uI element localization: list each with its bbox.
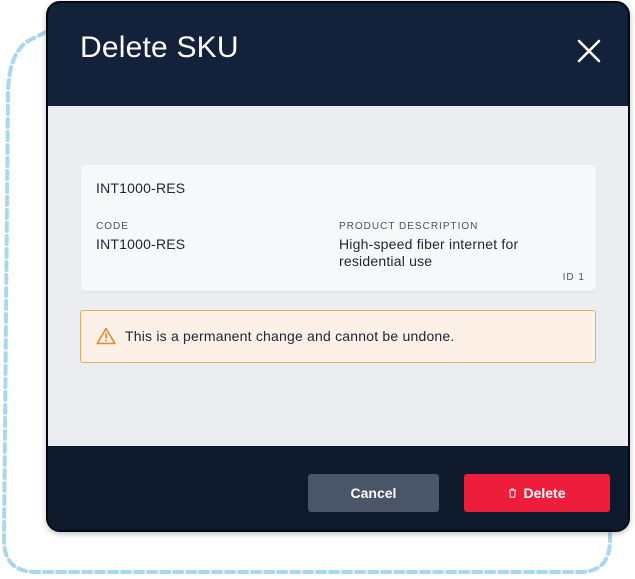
close-icon[interactable] (576, 38, 602, 64)
code-value: INT1000-RES (96, 236, 186, 252)
delete-button[interactable]: Delete (464, 474, 610, 512)
stage: Delete SKU INT1000-RES CODE INT1000-RES … (0, 0, 635, 579)
dialog-header: Delete SKU (48, 3, 628, 106)
warning-text: This is a permanent change and cannot be… (125, 328, 455, 344)
trash-icon (509, 488, 517, 498)
sku-card: INT1000-RES CODE INT1000-RES PRODUCT DES… (81, 165, 596, 291)
dialog-body: INT1000-RES CODE INT1000-RES PRODUCT DES… (48, 106, 628, 446)
product-description-value: High-speed fiber internet for residentia… (339, 236, 519, 269)
delete-sku-dialog: Delete SKU INT1000-RES CODE INT1000-RES … (46, 1, 630, 532)
warning-banner: This is a permanent change and cannot be… (80, 310, 596, 363)
sku-card-title: INT1000-RES (96, 180, 186, 196)
id-badge: ID 1 (562, 272, 585, 283)
code-label: CODE (96, 221, 129, 232)
delete-button-label: Delete (523, 485, 566, 501)
product-description-label: PRODUCT DESCRIPTION (339, 221, 479, 232)
warning-triangle-icon (96, 327, 116, 345)
dialog-footer: Cancel Delete (48, 446, 628, 530)
dialog-title: Delete SKU (80, 31, 239, 64)
cancel-button-label: Cancel (350, 485, 397, 501)
cancel-button[interactable]: Cancel (308, 474, 439, 512)
